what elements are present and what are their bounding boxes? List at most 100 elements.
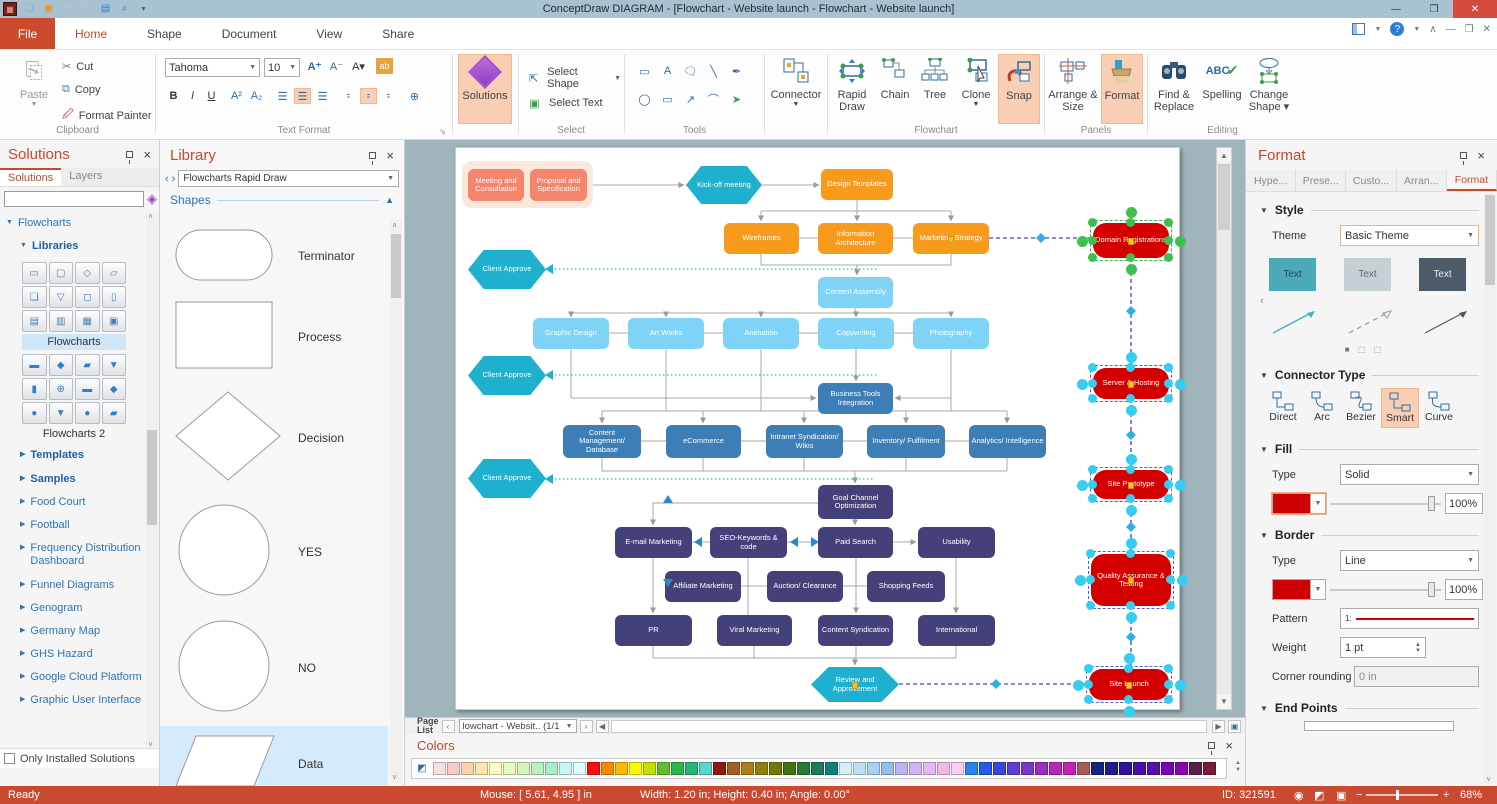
flowchart-node[interactable]: Inventory/ Fulfilment xyxy=(867,425,945,458)
style-prev-icon[interactable]: ‹ xyxy=(1246,293,1483,307)
flowchart-node[interactable]: Auction/ Clearance xyxy=(767,571,843,602)
selection-handle[interactable] xyxy=(1088,218,1097,227)
style-swatch[interactable]: Text xyxy=(1344,258,1391,291)
rapid-draw-handle[interactable] xyxy=(1075,575,1086,586)
sidebar-item-libraries[interactable]: ▼ Libraries xyxy=(0,235,146,258)
style-section-header[interactable]: ▼ Style xyxy=(1246,193,1483,221)
style-pagination[interactable]: ■ ⬚ ⬚ xyxy=(1246,341,1483,358)
selection-handle[interactable] xyxy=(1084,695,1093,704)
border-opacity-slider[interactable] xyxy=(1330,579,1441,600)
doc-close-icon[interactable]: ✕ xyxy=(1483,24,1491,35)
connector-type-smart[interactable]: Smart xyxy=(1381,388,1419,428)
style-swatch[interactable]: Text xyxy=(1419,258,1466,291)
close-icon[interactable]: × xyxy=(1225,739,1233,752)
pen-tool-icon[interactable]: ✒ xyxy=(727,62,746,80)
close-icon[interactable]: × xyxy=(386,149,394,162)
rapid-draw-handle[interactable] xyxy=(1077,479,1088,491)
selection-handle[interactable] xyxy=(1166,549,1175,558)
flowchart-node[interactable]: Client Approve xyxy=(468,459,546,498)
library-thumbnail[interactable]: ▬ ◆ ▰ ▼ ▮ ⊕ ▬ ◆ ● ▼ ● ▰ Flowcharts 2 xyxy=(22,354,126,442)
cut-button[interactable]: ✂ Cut xyxy=(62,60,93,74)
flowchart-node[interactable]: Intranet Syndication/ Wikis xyxy=(766,425,843,458)
select-shape-button[interactable]: ⇱ Select Shape ▼ xyxy=(525,66,621,90)
color-swatch[interactable] xyxy=(951,762,964,775)
only-installed-checkbox[interactable] xyxy=(4,753,15,764)
selection-handle[interactable] xyxy=(1164,394,1173,403)
tab-shape[interactable]: Shape xyxy=(127,18,202,49)
library-shape-yes[interactable]: YES xyxy=(160,494,388,610)
selection-handle[interactable] xyxy=(1164,218,1173,227)
rapid-draw-handle[interactable] xyxy=(1126,405,1137,416)
flowchart-node[interactable]: Marketing Strategy xyxy=(913,223,989,254)
color-swatch[interactable] xyxy=(1119,762,1132,775)
spelling-button[interactable]: ABC ✔ Spelling xyxy=(1200,54,1244,124)
flowchart-node[interactable]: Client Approve xyxy=(468,250,546,289)
arrow-style-dashed[interactable] xyxy=(1345,307,1395,337)
tab-view[interactable]: View xyxy=(296,18,362,49)
zoom-select-icon[interactable]: ◩ xyxy=(1314,789,1324,802)
flowchart-node[interactable]: Affiliate Marketing xyxy=(665,571,741,602)
doc-minimize-icon[interactable]: — xyxy=(1446,24,1456,35)
flowchart-node[interactable]: Goal Channel Optimization xyxy=(818,485,893,519)
selection-handle[interactable] xyxy=(1164,494,1173,503)
color-swatch[interactable] xyxy=(1063,762,1076,775)
color-swatch[interactable] xyxy=(1161,762,1174,775)
align-left-icon[interactable]: ☰ xyxy=(274,88,291,104)
document-page[interactable]: Meeting and Consultation Proposal and Spe… xyxy=(455,147,1188,717)
flowchart-node[interactable]: Wireframes xyxy=(724,223,799,254)
flowchart-node[interactable]: Usability xyxy=(918,527,995,558)
callout-tool-icon[interactable]: 🗨 xyxy=(681,62,700,80)
chain-button[interactable]: Chain xyxy=(876,54,914,124)
color-swatch[interactable] xyxy=(839,762,852,775)
rectangle-tool-icon[interactable]: ▭ xyxy=(635,62,654,80)
library-back-icon[interactable]: ‹ xyxy=(165,173,169,185)
border-color-swatch[interactable]: ▼ xyxy=(1272,579,1326,600)
end-points-section-header[interactable]: ▼ End Points xyxy=(1246,691,1483,719)
pin-icon[interactable] xyxy=(1460,151,1468,165)
next-page-icon[interactable]: › xyxy=(579,719,593,733)
zoom-slider-thumb[interactable] xyxy=(1396,790,1399,800)
canvas-vertical-scrollbar[interactable]: ▲ ▼ xyxy=(1216,147,1232,710)
color-swatch[interactable] xyxy=(741,762,754,775)
scroll-down-icon[interactable]: ▼ xyxy=(1217,694,1231,709)
fit-selection-icon[interactable]: ▣ xyxy=(1336,789,1346,802)
color-swatch[interactable] xyxy=(643,762,656,775)
sidebar-item-templates[interactable]: ▶ Templates xyxy=(0,444,146,467)
sidebar-item-football[interactable]: ▶ Football xyxy=(0,514,146,537)
tab-share[interactable]: Share xyxy=(362,18,434,49)
copy-button[interactable]: ⧉ Copy xyxy=(62,83,101,96)
rapid-draw-handle[interactable] xyxy=(1073,679,1084,691)
color-swatch[interactable] xyxy=(909,762,922,775)
subscript-icon[interactable]: A₂ xyxy=(248,88,265,104)
flowchart-node[interactable]: Site Launch xyxy=(1089,669,1169,700)
curve-tool-icon[interactable]: ⌒ xyxy=(704,90,723,108)
color-swatch[interactable] xyxy=(1077,762,1090,775)
color-swatch[interactable] xyxy=(629,762,642,775)
text-tool-icon[interactable]: A xyxy=(658,62,677,80)
format-painter-button[interactable]: 🖉 Format Painter xyxy=(62,106,151,125)
color-swatch[interactable] xyxy=(461,762,474,775)
color-swatch[interactable] xyxy=(755,762,768,775)
rapid-draw-handle[interactable] xyxy=(1126,264,1137,275)
format-tab-hype[interactable]: Hype... xyxy=(1246,170,1297,191)
selection-handle[interactable] xyxy=(1164,363,1173,372)
flowchart-node[interactable]: Meeting and Consultation xyxy=(468,169,524,201)
library-forward-icon[interactable]: › xyxy=(172,173,176,185)
zoom-out-icon[interactable]: − xyxy=(1356,789,1362,801)
doc-restore-icon[interactable]: ❐ xyxy=(1465,24,1474,35)
theme-select[interactable]: Basic Theme ▼ xyxy=(1340,225,1479,246)
solutions-search-input[interactable] xyxy=(4,191,144,207)
collapse-shapes-icon[interactable]: ▲ xyxy=(385,195,394,205)
hscroll-left-icon[interactable]: ◀ xyxy=(595,719,609,733)
rapid-draw-handle[interactable] xyxy=(1126,505,1137,516)
valign-bottom-icon[interactable]: ⹀ xyxy=(380,88,397,104)
solutions-scrollbar[interactable]: ∧ ∨ xyxy=(146,212,158,748)
tab-solutions[interactable]: Solutions xyxy=(0,168,62,186)
color-swatch[interactable] xyxy=(825,762,838,775)
color-swatch[interactable] xyxy=(685,762,698,775)
library-select[interactable]: Flowcharts Rapid Draw ▼ xyxy=(178,170,399,187)
flowchart-node[interactable]: Content Assembly xyxy=(818,277,893,308)
color-swatch[interactable] xyxy=(867,762,880,775)
flowchart-node[interactable]: Kick-off meeting xyxy=(686,166,762,204)
library-shape-data[interactable]: Data xyxy=(160,726,388,786)
